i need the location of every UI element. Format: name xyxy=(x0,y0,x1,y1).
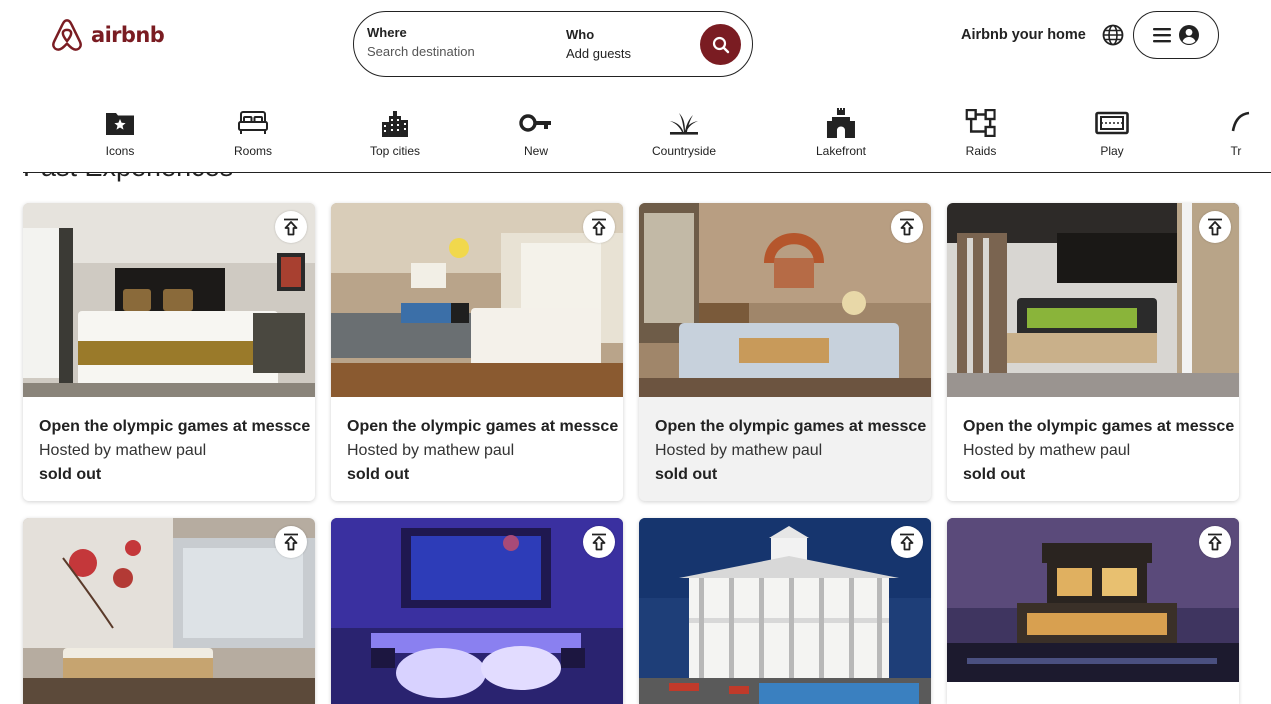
category-label: Lakefront xyxy=(815,144,867,158)
airbnb-your-home-link[interactable]: Airbnb your home xyxy=(961,27,1086,43)
listing-image xyxy=(947,203,1239,397)
category-label: Raids xyxy=(965,144,997,158)
listing-status: sold out xyxy=(963,466,1026,483)
listing-card[interactable] xyxy=(331,518,623,704)
hamburger-icon xyxy=(1153,28,1171,43)
search-bar[interactable]: Where Search destination Who Add guests xyxy=(353,11,753,77)
airbnb-logo-icon xyxy=(52,19,82,51)
category-bar: Icons Rooms Top cities New Countryside L… xyxy=(23,97,1271,173)
share-icon xyxy=(592,218,606,236)
city-buildings-icon xyxy=(382,111,408,137)
category-label: Play xyxy=(1100,144,1124,158)
listing-title: Open the olympic games at messce xyxy=(39,418,311,435)
listing-card[interactable]: Open the olympic games at messce Hosted … xyxy=(331,203,623,501)
category-lakefront[interactable]: Lakefront xyxy=(816,108,866,158)
category-top-cities[interactable]: Top cities xyxy=(370,108,420,158)
share-button[interactable] xyxy=(891,526,923,558)
share-button[interactable] xyxy=(583,526,615,558)
share-button[interactable] xyxy=(1199,526,1231,558)
listing-image xyxy=(947,518,1239,682)
category-label: Countryside xyxy=(651,144,717,158)
listing-image xyxy=(331,203,623,397)
listing-image xyxy=(23,518,315,704)
listing-image xyxy=(639,518,931,704)
listing-card[interactable]: Open the olympic games at messce Hosted … xyxy=(947,203,1239,501)
share-icon xyxy=(1208,218,1222,236)
listing-host: Hosted by mathew paul xyxy=(347,442,515,459)
category-label: Tr xyxy=(1230,144,1242,158)
star-folder-icon xyxy=(106,113,134,135)
listing-image xyxy=(23,203,315,397)
listing-image xyxy=(331,518,623,704)
share-icon xyxy=(900,218,914,236)
search-icon xyxy=(712,36,729,53)
category-new[interactable]: New xyxy=(519,108,553,158)
listing-status: sold out xyxy=(39,466,102,483)
listing-image xyxy=(639,203,931,397)
listing-card[interactable] xyxy=(947,518,1239,704)
key-icon xyxy=(519,114,551,132)
share-icon xyxy=(284,218,298,236)
listing-host: Hosted by mathew paul xyxy=(39,442,207,459)
user-menu-button[interactable] xyxy=(1133,11,1219,59)
search-where-field[interactable]: Where Search destination xyxy=(367,25,475,61)
listing-card[interactable]: Open the olympic games at messce Hosted … xyxy=(23,203,315,501)
share-icon xyxy=(900,533,914,551)
header: airbnb Where Search destination Who Add … xyxy=(0,0,1271,98)
listing-status: sold out xyxy=(347,466,410,483)
listing-title: Open the olympic games at messce xyxy=(963,418,1235,435)
listing-card[interactable] xyxy=(23,518,315,704)
share-button[interactable] xyxy=(1199,211,1231,243)
category-label: Icons xyxy=(105,144,135,158)
listing-card[interactable]: Open the olympic games at messce Hosted … xyxy=(639,203,931,501)
airbnb-logo[interactable]: airbnb xyxy=(49,17,165,53)
castle-icon xyxy=(826,108,855,138)
share-button[interactable] xyxy=(583,211,615,243)
category-play[interactable]: Play xyxy=(1095,108,1129,158)
category-countryside[interactable]: Countryside xyxy=(652,108,716,158)
category-truncated[interactable]: Tr xyxy=(1221,108,1251,158)
where-placeholder: Search destination xyxy=(367,44,475,59)
bed-icon xyxy=(237,111,268,134)
share-icon xyxy=(1208,533,1222,551)
share-button[interactable] xyxy=(275,526,307,558)
where-label: Where xyxy=(367,25,407,40)
user-circle-icon xyxy=(1179,25,1199,45)
who-label: Who xyxy=(566,27,595,42)
partial-icon xyxy=(1231,111,1250,132)
share-icon xyxy=(592,533,606,551)
listing-status: sold out xyxy=(655,466,718,483)
search-who-field[interactable]: Who Add guests xyxy=(566,27,631,63)
listing-title: Open the olympic games at messce xyxy=(347,418,619,435)
category-raids[interactable]: Raids xyxy=(965,108,997,158)
globe-icon[interactable] xyxy=(1101,23,1125,47)
category-icons[interactable]: Icons xyxy=(105,108,135,158)
share-icon xyxy=(284,533,298,551)
listing-title: Open the olympic games at messce xyxy=(655,418,927,435)
brand-name: airbnb xyxy=(91,23,165,47)
category-rooms[interactable]: Rooms xyxy=(234,108,272,158)
flowchart-icon xyxy=(966,109,996,137)
search-button[interactable] xyxy=(700,24,741,65)
category-label: New xyxy=(523,144,548,158)
category-label: Top cities xyxy=(369,144,421,158)
category-label: Rooms xyxy=(233,144,273,158)
listing-host: Hosted by mathew paul xyxy=(655,442,823,459)
share-button[interactable] xyxy=(275,211,307,243)
listing-card[interactable] xyxy=(639,518,931,704)
ticket-icon xyxy=(1095,111,1129,135)
share-button[interactable] xyxy=(891,211,923,243)
grass-icon xyxy=(670,113,698,135)
who-value: Add guests xyxy=(566,46,632,61)
listing-host: Hosted by mathew paul xyxy=(963,442,1131,459)
